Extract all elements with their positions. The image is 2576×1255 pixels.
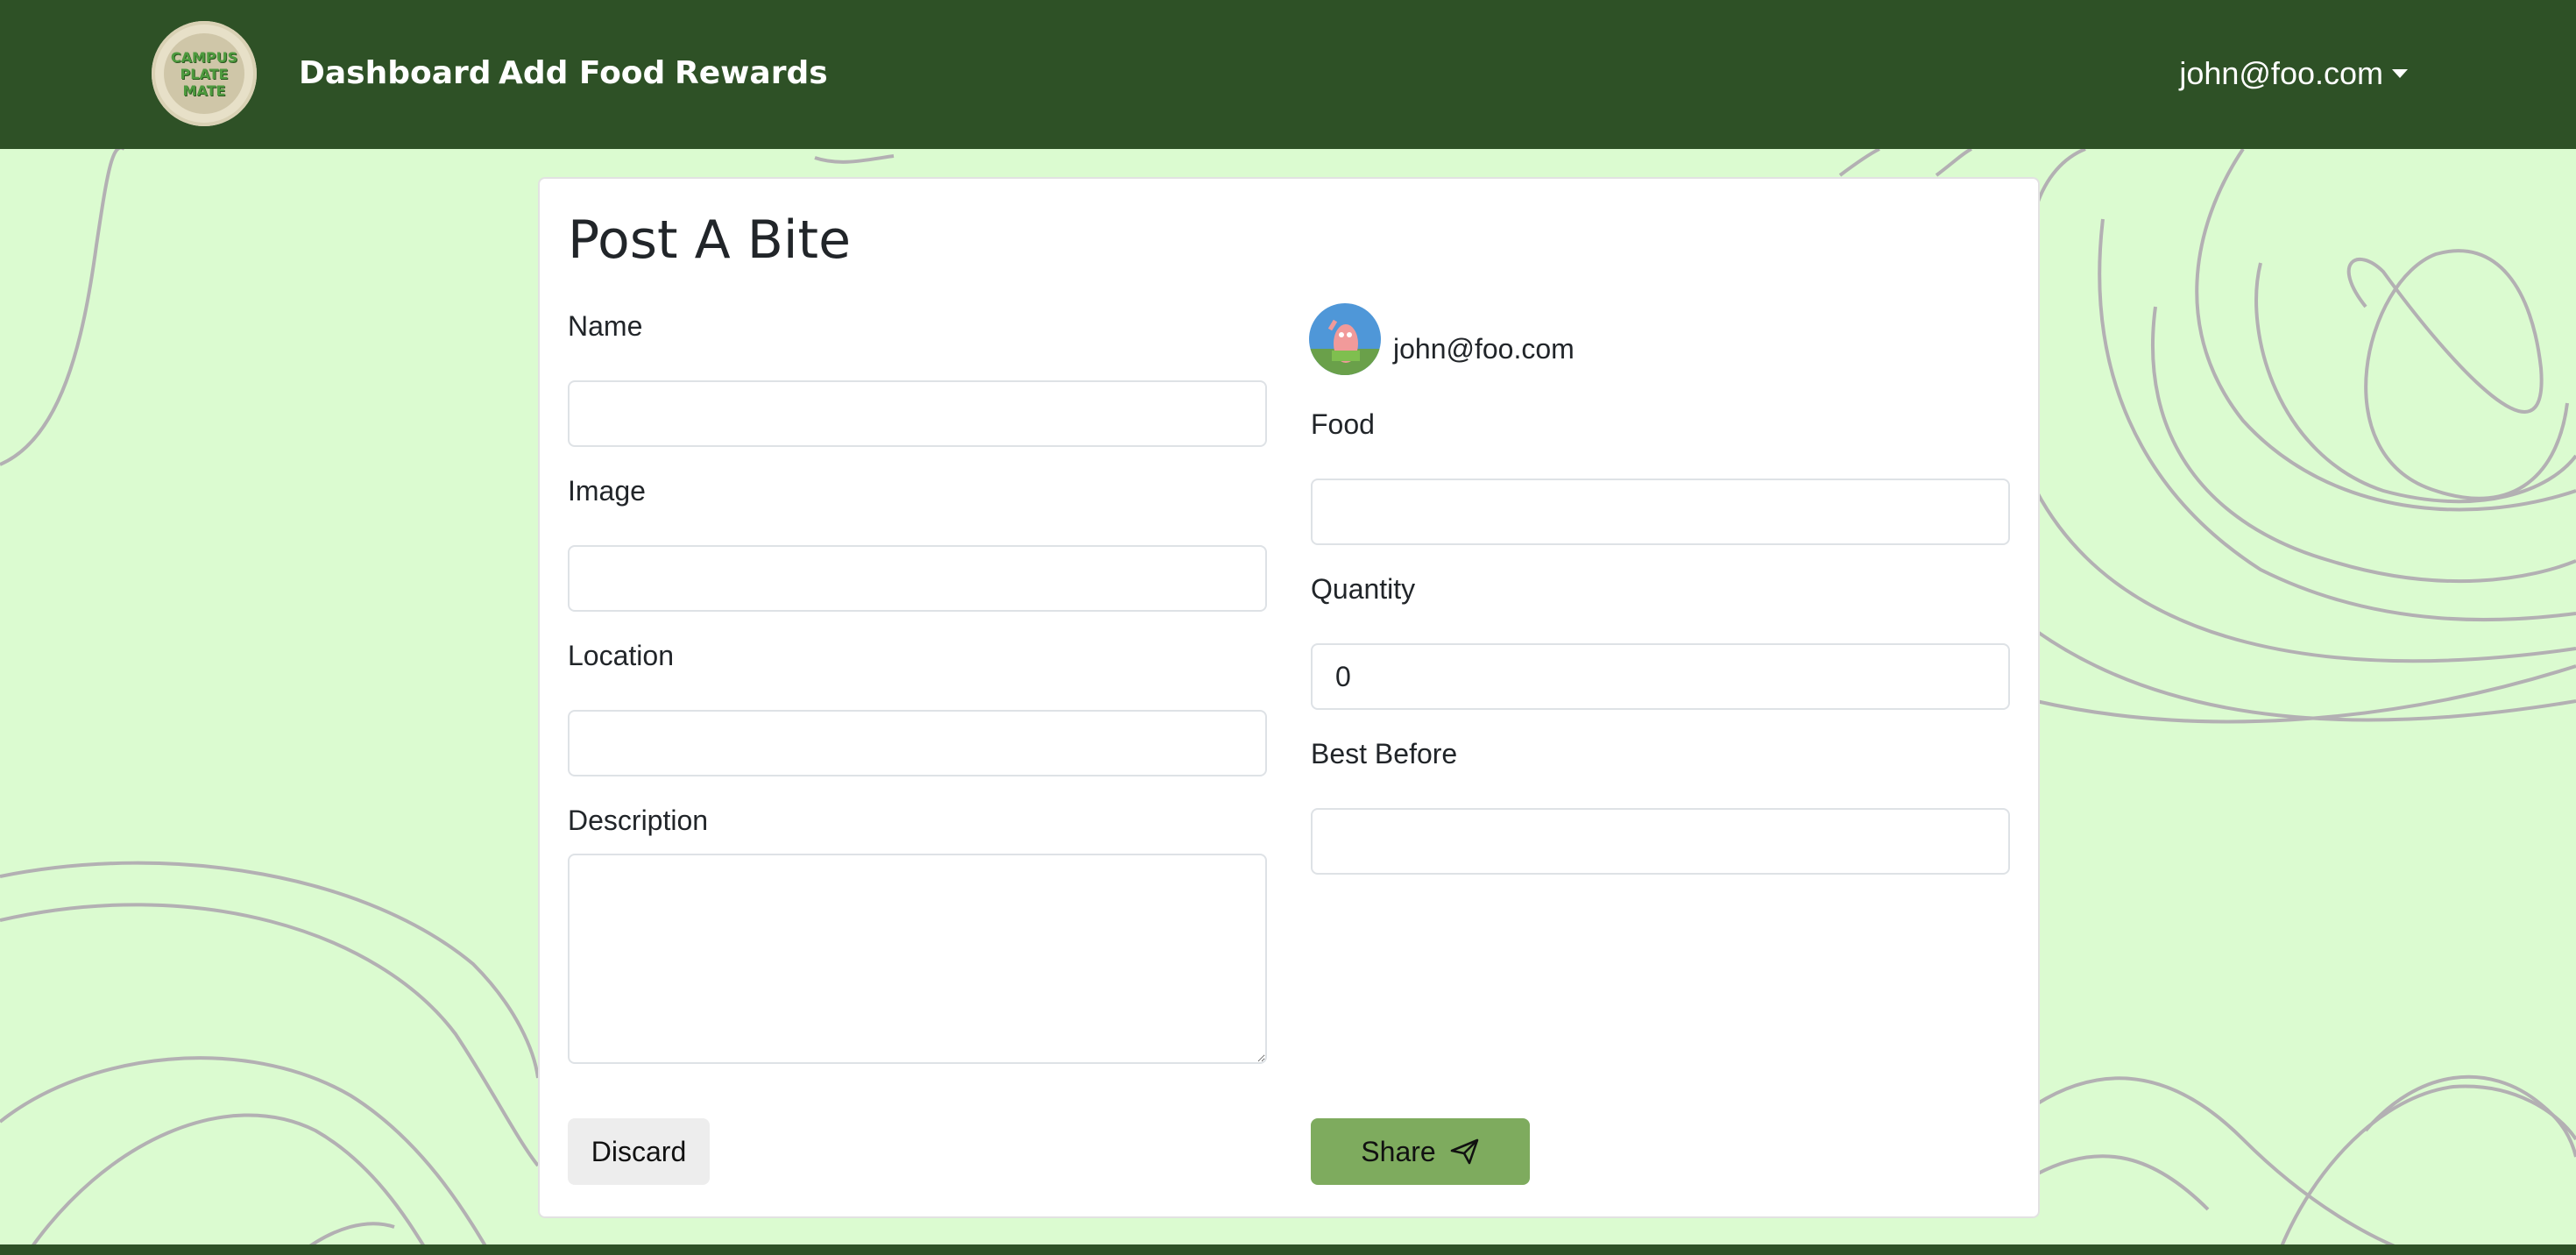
user-avatar <box>1309 303 1381 375</box>
name-input[interactable] <box>568 380 1267 447</box>
nav-link-rewards[interactable]: Rewards <box>675 53 828 95</box>
discard-button[interactable]: Discard <box>568 1118 710 1185</box>
footer-bar <box>0 1244 2576 1255</box>
caret-down-icon <box>2392 69 2408 78</box>
discard-button-label: Discard <box>591 1135 687 1167</box>
image-input[interactable] <box>568 545 1267 612</box>
description-textarea[interactable] <box>568 854 1267 1064</box>
food-input[interactable] <box>1311 479 2010 545</box>
best-before-input[interactable] <box>1311 808 2010 875</box>
owner-email: john@foo.com <box>1393 333 1575 365</box>
logo-line-2: PLATE <box>180 65 229 82</box>
post-a-bite-card: Post A Bite Name Image Location Descript… <box>538 177 2040 1218</box>
nav-link-add-food[interactable]: Add Food <box>499 53 665 95</box>
description-label: Description <box>568 805 709 836</box>
user-menu-email: john@foo.com <box>2179 55 2383 91</box>
user-menu-dropdown[interactable]: john@foo.com <box>2179 53 2408 95</box>
location-input[interactable] <box>568 710 1267 776</box>
top-navbar: CAMPUS PLATE MATE Dashboard Add Food Rew… <box>0 0 2576 149</box>
location-label: Location <box>568 640 674 671</box>
logo-line-3: MATE <box>182 82 226 99</box>
food-label: Food <box>1311 408 1375 440</box>
nav-link-dashboard[interactable]: Dashboard <box>299 53 492 95</box>
name-label: Name <box>568 310 643 342</box>
quantity-input[interactable] <box>1311 643 2010 710</box>
logo-text: CAMPUS PLATE MATE <box>164 33 244 114</box>
share-button[interactable]: Share <box>1311 1118 1530 1185</box>
image-label: Image <box>568 475 646 507</box>
share-button-label: Share <box>1361 1135 1436 1167</box>
best-before-label: Best Before <box>1311 738 1458 769</box>
page-title: Post A Bite <box>568 209 851 271</box>
campus-plate-mate-logo[interactable]: CAMPUS PLATE MATE <box>152 21 257 126</box>
send-icon <box>1450 1138 1480 1165</box>
logo-line-1: CAMPUS <box>170 48 238 66</box>
quantity-label: Quantity <box>1311 573 1416 605</box>
